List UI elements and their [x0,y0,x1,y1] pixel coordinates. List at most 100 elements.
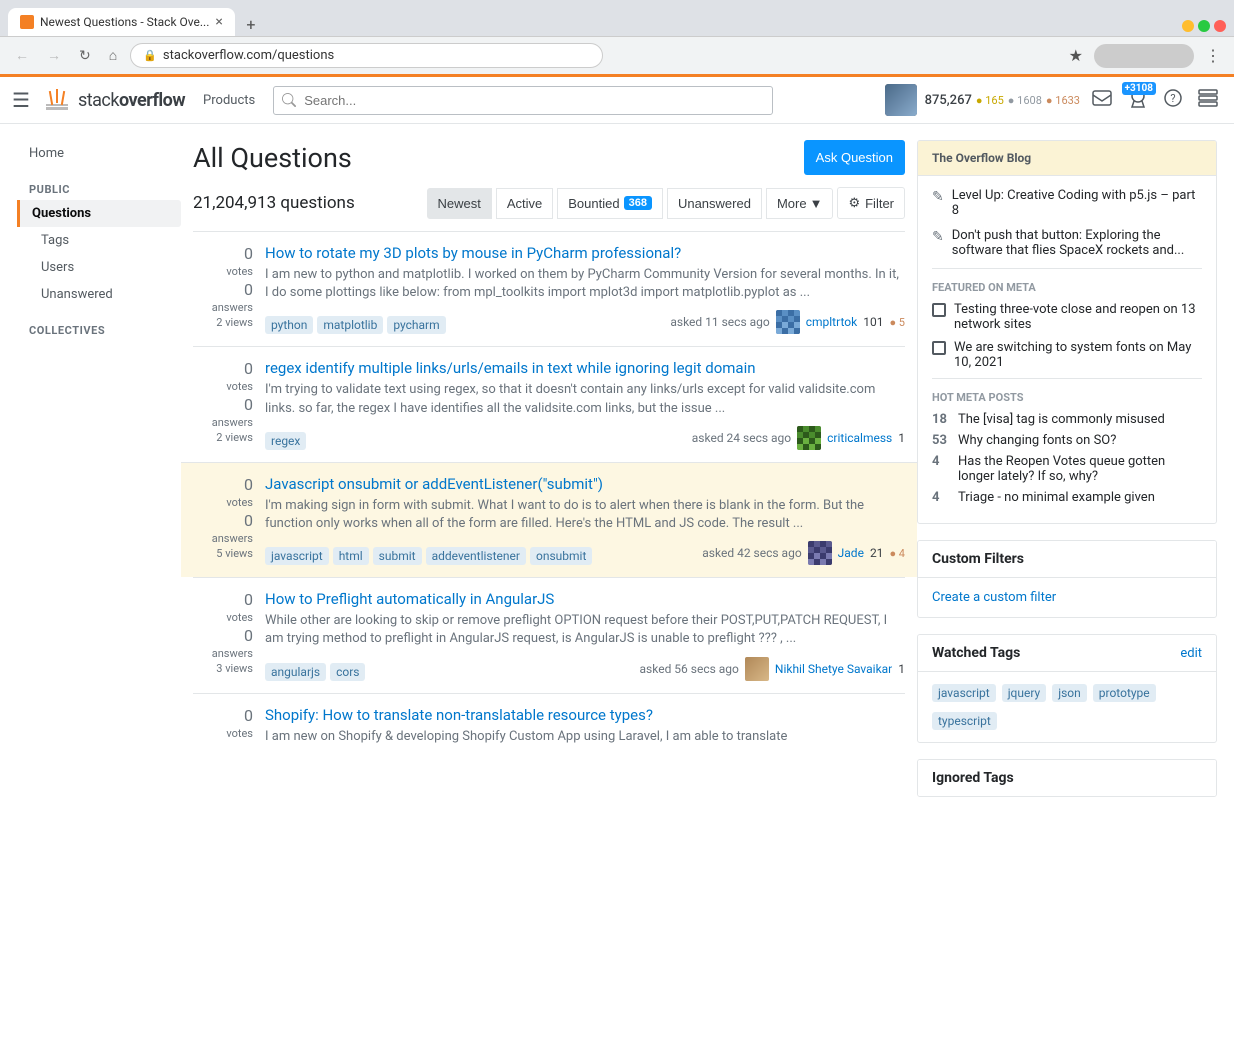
tag-submit[interactable]: submit [373,547,422,565]
bookmark-icon[interactable]: ★ [1066,43,1086,68]
left-nav-home[interactable]: Home [17,140,181,167]
tag-addeventlistener[interactable]: addeventlistener [426,547,526,565]
user-info: asked 24 secs ago criticalmess 1 [692,426,905,450]
views-count: 3 views [216,662,253,675]
watched-tags-edit[interactable]: edit [1180,646,1202,661]
asked-time: asked 24 secs ago [692,431,791,445]
browser-search-bar[interactable] [1094,44,1194,68]
watched-tag-typescript[interactable]: typescript [932,712,997,730]
pencil-icon-2: ✎ [932,229,944,258]
browser-tab[interactable]: Newest Questions - Stack Ove... × [8,8,235,36]
more-chevron-icon: ▼ [810,196,823,211]
votes-label: votes [226,727,253,740]
stack-exchange-button[interactable] [1194,85,1222,116]
tab-bountied[interactable]: Bountied 368 [557,188,663,219]
svg-text:?: ? [1170,92,1175,105]
inbox-button[interactable] [1088,85,1116,116]
question-title[interactable]: How to rotate my 3D plots by mouse in Py… [265,244,905,262]
user-avatar[interactable] [885,84,917,116]
question-stats: 0 votes 0 answers 3 views [193,590,253,680]
browser-menu-icon[interactable]: ⋮ [1202,43,1224,68]
achievements-button[interactable]: +3108 [1124,84,1152,117]
featured-item-1[interactable]: Testing three-vote close and reopen on 1… [932,302,1202,332]
blog-post-1[interactable]: ✎ Level Up: Creative Coding with p5.js –… [932,188,1202,218]
question-body: Javascript onsubmit or addEventListener(… [265,475,905,565]
left-nav-tags[interactable]: Tags [17,227,181,254]
votes-label: votes [226,611,253,624]
featured-item-2[interactable]: We are switching to system fonts on May … [932,340,1202,370]
tag-cors[interactable]: cors [330,663,365,681]
user-name[interactable]: Nikhil Shetye Savaikar [775,662,892,676]
watched-tag-prototype[interactable]: prototype [1093,684,1156,702]
tag-html[interactable]: html [333,547,369,565]
question-excerpt: I am new on Shopify & developing Shopify… [265,728,905,746]
maximize-button[interactable] [1198,20,1210,32]
question-title[interactable]: Javascript onsubmit or addEventListener(… [265,475,905,493]
left-nav-questions[interactable]: Questions [17,200,181,227]
tag-javascript[interactable]: javascript [265,547,329,565]
address-bar[interactable]: 🔒 stackoverflow.com/questions [130,43,603,68]
minimize-button[interactable] [1182,20,1194,32]
views-count: 2 views [216,316,253,329]
question-item: 0 votes 0 answers 2 views regex identify… [193,346,905,461]
question-tags: angularjs cors [265,663,365,681]
hot-item-4[interactable]: 4 Triage - no minimal example given [932,490,1202,505]
answer-count: 0 [244,280,253,299]
vote-count: 0 [244,475,253,494]
watched-tag-json[interactable]: json [1052,684,1087,702]
tag-python[interactable]: python [265,316,313,334]
user-name[interactable]: cmpltrtok [806,315,857,329]
left-nav-users[interactable]: Users [17,254,181,281]
filter-button[interactable]: ⚙ Filter [837,187,905,219]
tab-more[interactable]: More ▼ [766,188,834,219]
tags-and-user: angularjs cors asked 56 secs ago Nikhil … [265,657,905,681]
create-filter-link[interactable]: Create a custom filter [932,590,1202,605]
watched-tag-javascript[interactable]: javascript [932,684,996,702]
so-logo[interactable]: stackoverflow [42,85,185,115]
products-nav-link[interactable]: Products [197,89,261,112]
tag-angularjs[interactable]: angularjs [265,663,326,681]
close-tab-button[interactable]: × [215,14,222,30]
reload-button[interactable]: ↻ [74,46,96,66]
answers-label: answers [212,532,253,545]
hot-item-2[interactable]: 53 Why changing fonts on SO? [932,433,1202,448]
tag-onsubmit[interactable]: onsubmit [530,547,592,565]
hot-item-3[interactable]: 4 Has the Reopen Votes queue gotten long… [932,454,1202,484]
ask-question-button[interactable]: Ask Question [804,140,905,175]
question-title[interactable]: How to Preflight automatically in Angula… [265,590,905,608]
tags-and-user: javascript html submit addeventlistener … [265,541,905,565]
tag-pycharm[interactable]: pycharm [387,316,445,334]
home-button[interactable]: ⌂ [104,45,122,66]
ignored-tags-header: Ignored Tags [918,760,1216,796]
meta-icon-1 [932,303,946,317]
hamburger-menu-icon[interactable]: ☰ [12,88,30,112]
bountied-badge: 368 [624,196,652,210]
blog-post-2[interactable]: ✎ Don't push that button: Exploring the … [932,228,1202,258]
question-title[interactable]: regex identify multiple links/urls/email… [265,359,905,377]
tab-active[interactable]: Active [496,188,553,219]
user-name[interactable]: Jade [838,546,864,560]
left-nav-unanswered[interactable]: Unanswered [17,281,181,308]
close-window-button[interactable] [1214,20,1226,32]
tab-unanswered[interactable]: Unanswered [667,188,762,219]
forward-button[interactable]: → [42,45,66,66]
user-score: 1 [898,662,905,676]
tag-matplotlib[interactable]: matplotlib [317,316,383,334]
tab-newest[interactable]: Newest [427,188,492,219]
question-title[interactable]: Shopify: How to translate non-translatab… [265,706,905,724]
hot-num-4: 4 [932,490,952,505]
hot-item-1[interactable]: 18 The [visa] tag is commonly misused [932,412,1202,427]
help-button[interactable]: ? [1160,85,1186,116]
user-avatar-small [808,541,832,565]
asked-time: asked 42 secs ago [702,546,801,560]
new-tab-button[interactable]: + [239,12,263,36]
tag-regex[interactable]: regex [265,432,306,450]
search-input[interactable] [273,86,773,115]
tags-and-user: python matplotlib pycharm asked 11 secs … [265,310,905,334]
watched-tag-jquery[interactable]: jquery [1002,684,1047,702]
user-score: 101 [863,315,883,329]
search-bar [273,86,773,115]
back-button[interactable]: ← [10,45,34,66]
sort-tabs: Newest Active Bountied 368 Unanswered Mo… [427,188,834,219]
user-name[interactable]: criticalmess [827,431,892,445]
